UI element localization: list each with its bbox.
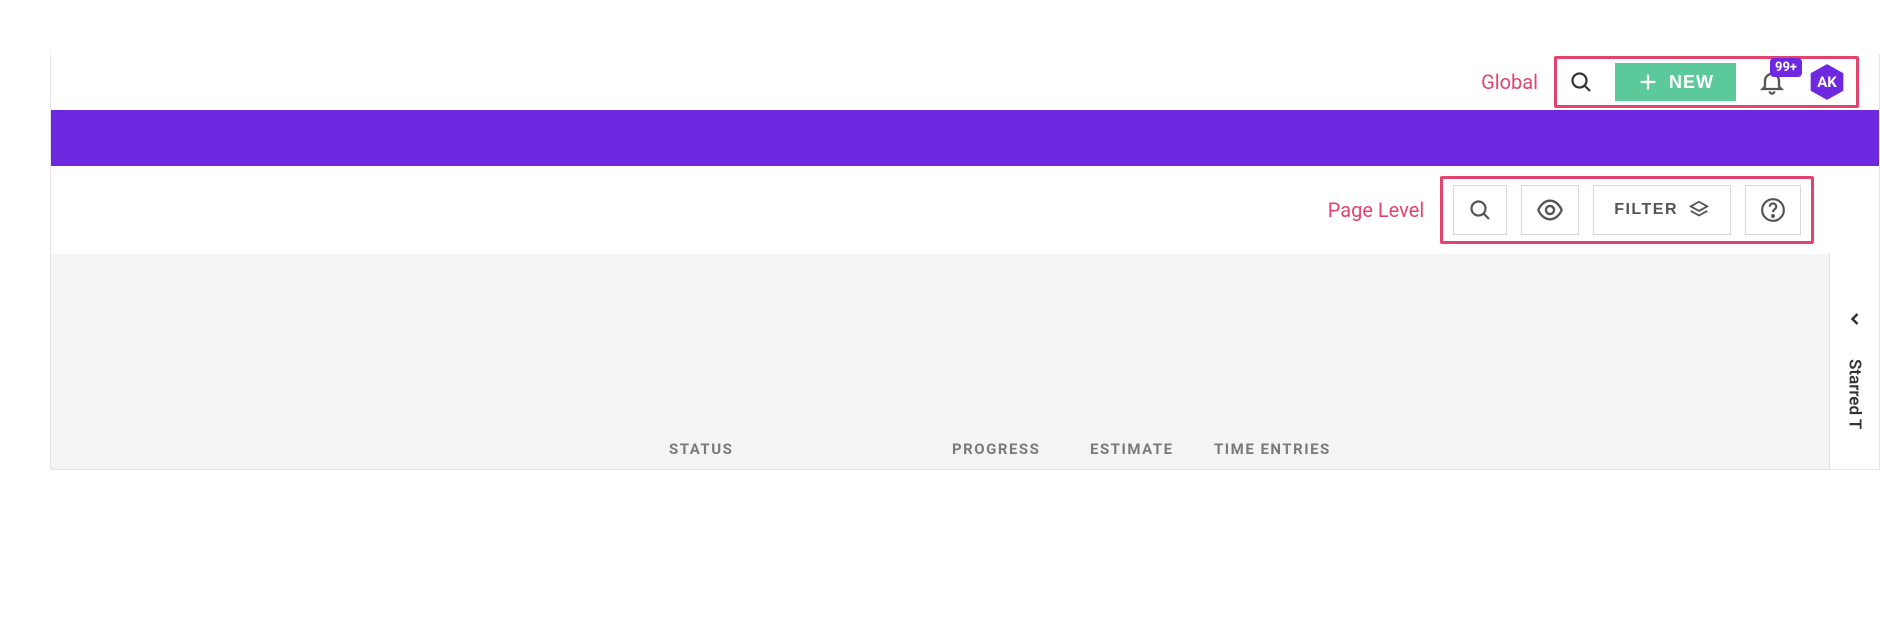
filter-button[interactable]: FILTER: [1593, 185, 1731, 235]
column-status: STATUS: [669, 440, 952, 458]
starred-sidebar-label: Starred T: [1845, 359, 1865, 429]
notifications-button[interactable]: 99+: [1754, 64, 1790, 100]
notification-badge: 99+: [1770, 58, 1802, 77]
user-avatar[interactable]: AK: [1808, 63, 1846, 101]
search-icon: [1569, 70, 1593, 94]
chevron-left-icon: [1845, 309, 1865, 329]
global-label: Global: [1481, 70, 1538, 94]
layers-icon: [1688, 199, 1710, 221]
column-progress: PROGRESS: [952, 440, 1090, 458]
column-estimate: ESTIMATE: [1090, 440, 1214, 458]
search-icon: [1468, 198, 1492, 222]
new-button[interactable]: NEW: [1615, 63, 1736, 101]
global-toolbar: Global NEW 99+: [51, 54, 1879, 110]
new-button-label: NEW: [1669, 72, 1714, 93]
column-headers: STATUS PROGRESS ESTIMATE TIME ENTRIES: [51, 429, 1829, 469]
avatar-initials: AK: [1817, 73, 1837, 91]
visibility-button[interactable]: [1521, 185, 1579, 235]
plus-icon: [1637, 71, 1659, 93]
page-level-label: Page Level: [1328, 198, 1424, 222]
filter-button-label: FILTER: [1614, 201, 1678, 219]
help-button[interactable]: [1745, 185, 1801, 235]
starred-sidebar-tab[interactable]: Starred T: [1829, 254, 1879, 469]
global-search-button[interactable]: [1565, 66, 1597, 98]
purple-banner: [51, 110, 1879, 166]
page-level-toolbar: Page Level FILTER: [51, 166, 1879, 254]
help-icon: [1760, 197, 1786, 223]
page-search-button[interactable]: [1453, 185, 1507, 235]
page-level-highlight-box: FILTER: [1440, 176, 1814, 244]
content-area: STATUS PROGRESS ESTIMATE TIME ENTRIES St…: [51, 254, 1879, 469]
eye-icon: [1536, 196, 1564, 224]
column-time-entries: TIME ENTRIES: [1214, 440, 1364, 458]
global-highlight-box: NEW 99+ AK: [1554, 56, 1859, 108]
